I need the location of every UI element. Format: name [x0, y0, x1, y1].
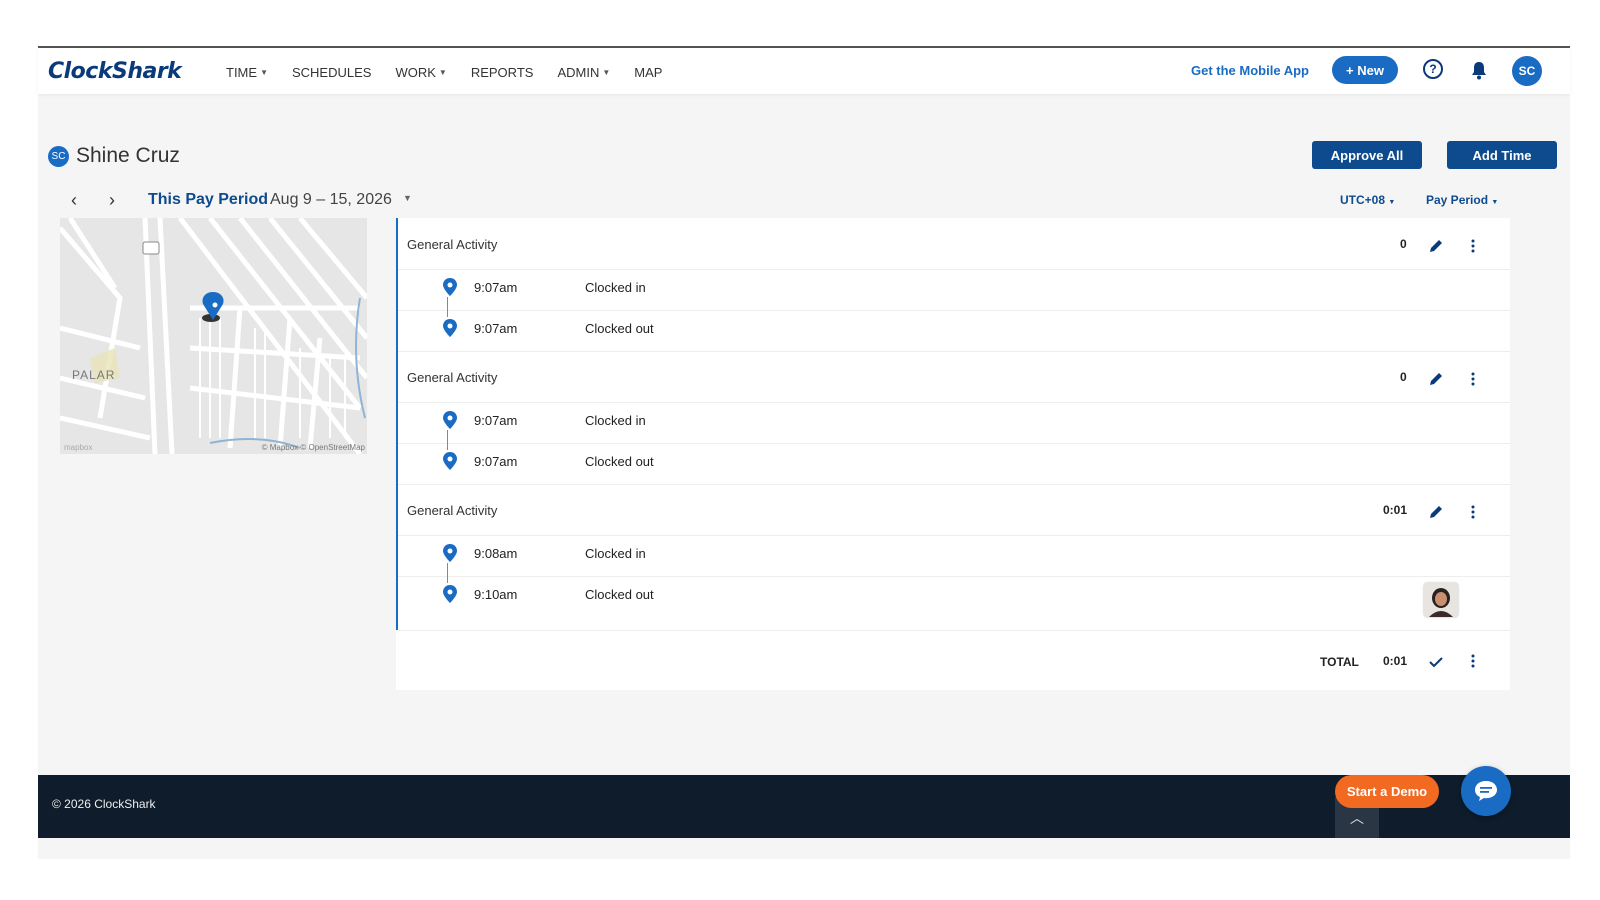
menu-work[interactable]: WORK ▼ [395, 65, 446, 80]
chat-bubble-icon [1475, 781, 1497, 801]
menu-work-label: WORK [395, 65, 436, 80]
new-button[interactable]: + New [1332, 56, 1398, 84]
chevron-down-icon: ▼ [438, 68, 447, 77]
previous-period-button[interactable]: ‹ [71, 190, 77, 211]
chevron-down-icon: ▼ [1388, 199, 1396, 206]
start-demo-button[interactable]: Start a Demo [1335, 775, 1439, 808]
event-time: 9:07am [474, 280, 518, 295]
total-value: 0:01 [1383, 654, 1408, 668]
menu-reports[interactable]: REPORTS [471, 65, 534, 80]
chevron-up-icon: ︿ [1350, 809, 1364, 826]
activity-title: General Activity [407, 370, 498, 385]
location-pin-icon[interactable] [443, 278, 457, 296]
menu-schedules[interactable]: SCHEDULES [292, 65, 371, 80]
timezone-select[interactable]: UTC+08 ▼ [1340, 193, 1395, 207]
event-label: Clocked out [585, 454, 654, 469]
employee-name: Shine Cruz [76, 144, 180, 167]
time-event-row[interactable]: 9:10am Clocked out [398, 577, 1510, 631]
copyright-text: © 2026 ClockShark [52, 797, 156, 811]
main-menu: TIME ▼ SCHEDULES WORK ▼ REPORTS ADMIN ▼ MAP [226, 65, 686, 80]
chevron-down-icon: ▼ [1491, 199, 1499, 206]
period-label[interactable]: This Pay Period [148, 191, 268, 209]
approve-all-button[interactable]: Approve All [1312, 141, 1422, 169]
more-vertical-icon[interactable] [1471, 372, 1475, 386]
event-time: 9:10am [474, 587, 518, 602]
add-time-button[interactable]: Add Time [1447, 141, 1557, 169]
total-row: TOTAL 0:01 [398, 630, 1510, 690]
activity-header-row[interactable]: General Activity 0 [398, 218, 1510, 270]
location-pin-icon[interactable] [443, 585, 457, 603]
activity-title: General Activity [407, 237, 498, 252]
person-photo-icon [1424, 583, 1458, 617]
app-frame: ClockShark TIME ▼ SCHEDULES WORK ▼ REPORTS… [38, 46, 1570, 859]
more-vertical-icon[interactable] [1471, 239, 1475, 253]
next-period-button[interactable]: › [109, 190, 115, 211]
event-time: 9:07am [474, 413, 518, 428]
time-event-row[interactable]: 9:07am Clocked in [398, 270, 1510, 311]
more-vertical-icon[interactable] [1471, 505, 1475, 519]
time-entries-panel: General Activity 0 9:07am Clocked in 9:0… [396, 218, 1510, 690]
period-range[interactable]: Aug 9 – 15, 2026 [270, 191, 392, 209]
chevron-down-icon: ▼ [602, 68, 611, 77]
employee-avatar: SC [48, 146, 69, 167]
pencil-icon[interactable] [1428, 504, 1444, 520]
event-time: 9:07am [474, 321, 518, 336]
menu-admin[interactable]: ADMIN ▼ [557, 65, 610, 80]
activity-duration: 0 [1400, 237, 1407, 251]
event-time: 9:08am [474, 546, 518, 561]
map-place-label: PALAR [72, 368, 116, 382]
menu-schedules-label: SCHEDULES [291, 65, 372, 80]
location-map[interactable]: PALAR mapbox © Mapbox © OpenStreetMap [60, 218, 367, 454]
time-event-row[interactable]: 9:07am Clocked out [398, 444, 1510, 485]
location-pin-icon[interactable] [443, 319, 457, 337]
menu-map[interactable]: MAP [634, 65, 662, 80]
chat-button[interactable] [1461, 766, 1511, 816]
event-label: Clocked in [585, 546, 646, 561]
menu-time[interactable]: TIME ▼ [226, 65, 268, 80]
question-circle-icon[interactable]: ? [1423, 59, 1443, 79]
activity-duration: 0 [1400, 370, 1407, 384]
map-attribution[interactable]: © Mapbox © OpenStreetMap [262, 443, 365, 452]
activity-duration: 0:01 [1383, 503, 1408, 517]
event-label: Clocked in [585, 280, 646, 295]
menu-map-label: MAP [634, 65, 663, 80]
pencil-icon[interactable] [1428, 238, 1444, 254]
top-nav: ClockShark TIME ▼ SCHEDULES WORK ▼ REPORTS… [38, 48, 1570, 94]
activity-header-row[interactable]: General Activity 0:01 [398, 484, 1510, 536]
pencil-icon[interactable] [1428, 371, 1444, 387]
event-label: Clocked in [585, 413, 646, 428]
location-pin-icon[interactable] [443, 411, 457, 429]
mapbox-logo[interactable]: mapbox [64, 443, 92, 452]
time-event-row[interactable]: 9:07am Clocked out [398, 311, 1510, 352]
clock-out-photo[interactable] [1424, 583, 1458, 617]
bell-icon[interactable] [1470, 60, 1488, 80]
event-label: Clocked out [585, 321, 654, 336]
more-vertical-icon[interactable] [1471, 654, 1475, 668]
time-event-row[interactable]: 9:08am Clocked in [398, 536, 1510, 577]
timezone-label: UTC+08 [1340, 193, 1386, 207]
event-time: 9:07am [474, 454, 518, 469]
chevron-down-icon: ▼ [260, 68, 268, 77]
view-select[interactable]: Pay Period ▼ [1426, 193, 1498, 207]
location-pin-icon[interactable] [443, 544, 457, 562]
menu-time-label: TIME [226, 65, 258, 80]
time-event-row[interactable]: 9:07am Clocked in [398, 403, 1510, 444]
get-mobile-app-link[interactable]: Get the Mobile App [1191, 63, 1309, 78]
checkmark-icon[interactable] [1428, 655, 1444, 669]
footer: © 2026 ClockShark ︿ Start a Demo [38, 766, 1570, 838]
period-chevron-down-icon[interactable]: ▼ [403, 193, 412, 203]
clockshark-logo[interactable]: ClockShark [48, 59, 182, 84]
map-streets [60, 218, 367, 454]
activity-title: General Activity [407, 503, 498, 518]
user-avatar[interactable]: SC [1512, 56, 1542, 86]
view-label: Pay Period [1426, 193, 1489, 207]
activity-header-row[interactable]: General Activity 0 [398, 351, 1510, 403]
menu-admin-label: ADMIN [557, 65, 600, 80]
location-pin-icon[interactable] [443, 452, 457, 470]
event-label: Clocked out [585, 587, 654, 602]
menu-reports-label: REPORTS [470, 65, 534, 80]
total-label: TOTAL [1320, 655, 1359, 669]
